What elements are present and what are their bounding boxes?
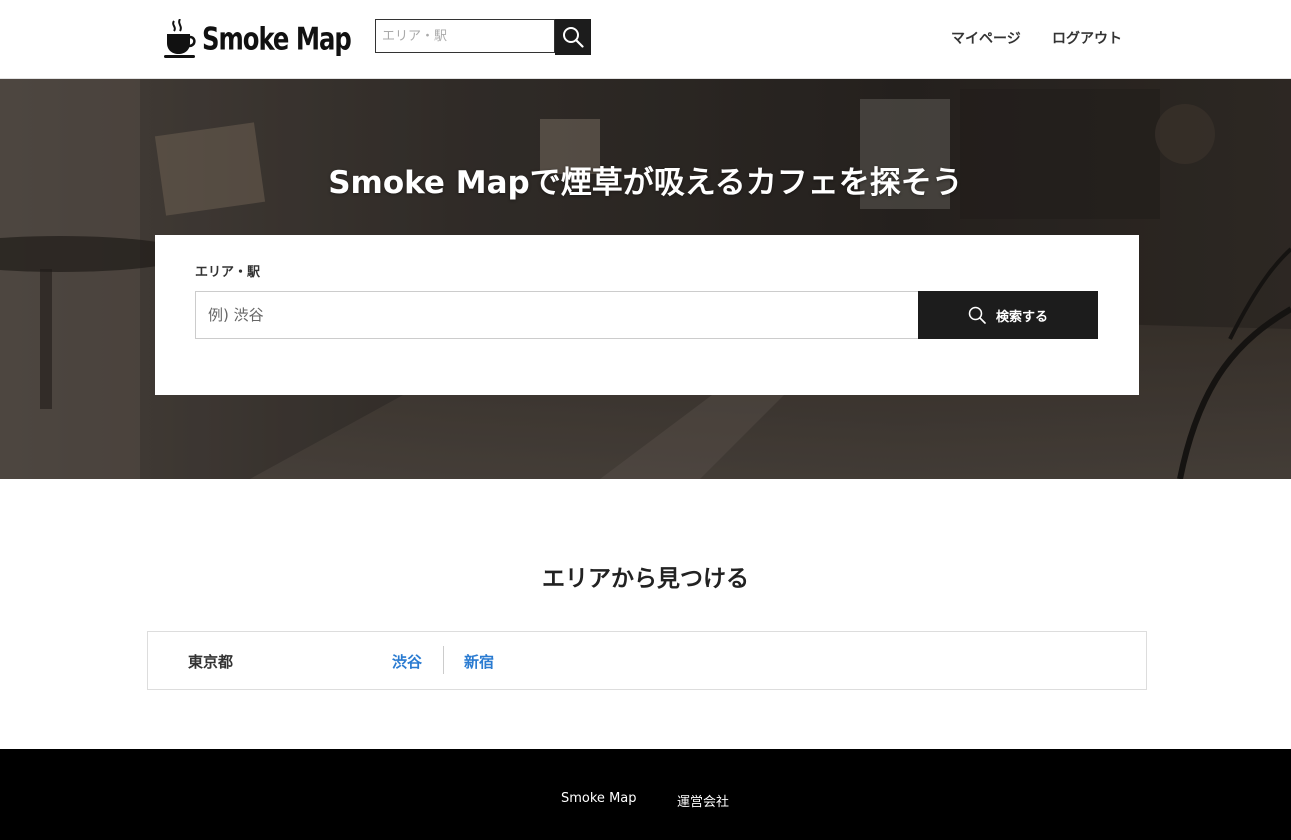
area-section-title: エリアから見つける: [542, 566, 749, 592]
area-list: 東京都 渋谷 新宿: [147, 631, 1147, 690]
nav-mypage[interactable]: マイページ: [951, 28, 1021, 48]
header-search-button[interactable]: [555, 19, 591, 55]
area-link-shibuya[interactable]: 渋谷: [392, 651, 422, 672]
header-search: [375, 19, 591, 55]
header-search-input[interactable]: [375, 19, 555, 53]
prefecture-label: 東京都: [188, 653, 234, 671]
search-icon: [968, 306, 986, 324]
logo[interactable]: Smoke Map: [164, 18, 352, 60]
footer: Smoke Map 運営会社: [0, 749, 1291, 840]
search-icon: [563, 27, 584, 48]
header: Smoke Map マイページ ログアウト: [0, 0, 1291, 79]
search-button[interactable]: 検索する: [918, 291, 1098, 339]
hero-title: Smoke Mapで煙草が吸えるカフェを探そう: [328, 165, 963, 201]
nav-logout[interactable]: ログアウト: [1052, 28, 1122, 48]
search-button-label: 検索する: [995, 309, 1048, 325]
divider: [443, 646, 444, 674]
search-card: エリア・駅 検索する: [155, 235, 1139, 395]
search-label: エリア・駅: [195, 265, 261, 280]
logo-text: Smoke Map: [202, 21, 352, 57]
area-search-input[interactable]: [195, 291, 931, 339]
area-link-shinjuku[interactable]: 新宿: [464, 651, 494, 672]
footer-link-smokemap[interactable]: Smoke Map: [561, 791, 637, 806]
coffee-cup-icon: [164, 19, 196, 58]
hero-section: Smoke Mapで煙草が吸えるカフェを探そう エリア・駅 検索する: [0, 79, 1291, 479]
footer-link-company[interactable]: 運営会社: [677, 791, 729, 810]
